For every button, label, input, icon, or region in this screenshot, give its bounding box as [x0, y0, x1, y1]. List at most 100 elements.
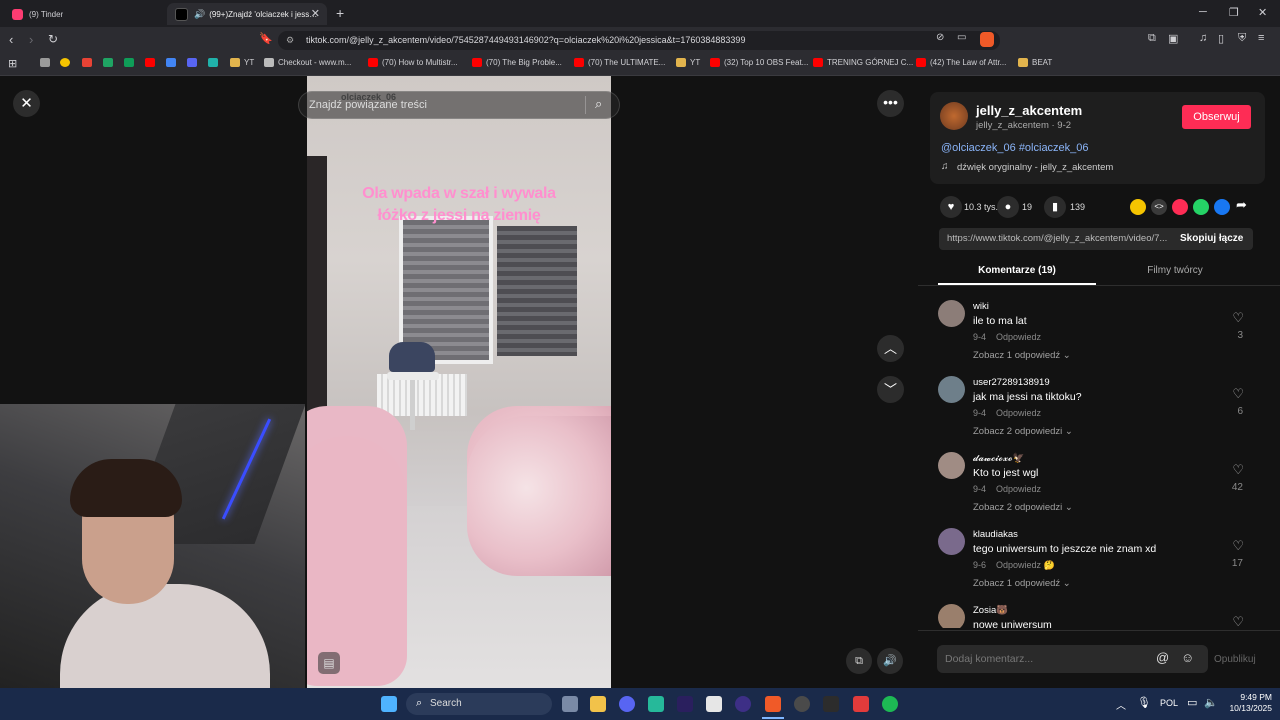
next-video-button[interactable]: ﹀: [877, 376, 904, 403]
spotify-icon[interactable]: [882, 696, 898, 712]
tray-expand-icon[interactable]: ︿: [1116, 697, 1126, 712]
speaker-icon[interactable]: 🔈: [1204, 696, 1218, 709]
send-icon[interactable]: [1172, 199, 1188, 215]
file-explorer-icon[interactable]: [590, 696, 606, 712]
restore-button[interactable]: ❐: [1229, 6, 1239, 19]
heart-icon[interactable]: ♡: [1232, 386, 1244, 402]
clock[interactable]: 9:49 PM 10/13/2025: [1222, 692, 1272, 714]
follow-button[interactable]: Obserwuj: [1182, 105, 1251, 129]
language-indicator[interactable]: POL: [1160, 698, 1178, 708]
reply-button[interactable]: Odpowiedz: [996, 332, 1041, 342]
facebook-icon[interactable]: [1214, 199, 1230, 215]
comment-author[interactable]: klaudiakas: [973, 529, 1018, 540]
share-icon[interactable]: ➦: [1236, 197, 1247, 213]
whatsapp-icon[interactable]: [1193, 199, 1209, 215]
bookmark-discord[interactable]: [187, 58, 201, 67]
app-icon[interactable]: [853, 696, 869, 712]
bookmark-checkout[interactable]: Checkout - www.m...: [264, 58, 351, 67]
tab-tinder[interactable]: (9) Tinder: [4, 3, 162, 25]
captions-icon[interactable]: ▤: [318, 652, 340, 674]
comment-input[interactable]: Dodaj komentarz... @ ☺: [937, 645, 1208, 673]
heart-icon[interactable]: ♡: [1232, 614, 1244, 628]
reload-icon[interactable]: ↻: [48, 32, 58, 46]
app-icon[interactable]: [735, 696, 751, 712]
repost-icon[interactable]: [1130, 199, 1146, 215]
emoji-icon[interactable]: ☺: [1181, 650, 1194, 665]
comment-avatar[interactable]: [938, 452, 965, 479]
view-replies-button[interactable]: Zobacz 1 odpowiedź ⌄: [973, 578, 1071, 589]
wallet-icon[interactable]: ▣: [1168, 32, 1178, 45]
heart-icon[interactable]: ♡: [1232, 462, 1244, 478]
heart-icon[interactable]: ♡: [1232, 310, 1244, 326]
close-tab-icon[interactable]: ✕: [311, 7, 320, 20]
embed-icon[interactable]: <>: [1151, 199, 1167, 215]
close-window-button[interactable]: ✕: [1258, 6, 1267, 19]
bookmark-ultimate[interactable]: (70) The ULTIMATE...: [574, 58, 665, 67]
no-tracking-icon[interactable]: ⊘: [936, 32, 944, 43]
author-name[interactable]: jelly_z_akcentem: [976, 103, 1082, 118]
like-icon[interactable]: ♥: [940, 196, 962, 218]
bookmark-smile[interactable]: [60, 58, 74, 67]
capcut-icon[interactable]: [706, 696, 722, 712]
author-avatar[interactable]: [940, 102, 968, 130]
apps-grid-icon[interactable]: ⊞: [8, 57, 17, 70]
comment-avatar[interactable]: [938, 528, 965, 555]
new-tab-button[interactable]: +: [336, 5, 344, 21]
share-link-text[interactable]: https://www.tiktok.com/@jelly_z_akcentem…: [947, 233, 1172, 244]
more-options-button[interactable]: •••: [877, 90, 904, 117]
cast-icon[interactable]: ▭: [957, 32, 966, 43]
bookmark-apple[interactable]: [40, 58, 54, 67]
related-search-box[interactable]: Znajdź powiązane treści ⌕: [298, 91, 620, 119]
task-view-icon[interactable]: [562, 696, 578, 712]
volume-icon[interactable]: 🔊: [877, 648, 903, 674]
sidebar-icon[interactable]: ▯: [1218, 32, 1224, 45]
pip-icon[interactable]: ⧉: [846, 648, 872, 674]
site-info-icon[interactable]: ⚙: [286, 31, 294, 50]
discord-icon[interactable]: [619, 696, 635, 712]
microphone-icon[interactable]: 🎙: [1137, 696, 1151, 709]
media-icon[interactable]: ♫: [1199, 32, 1207, 44]
search-icon[interactable]: ⌕: [595, 96, 602, 112]
url-field[interactable]: ⚙ tiktok.com/@jelly_z_akcentem/video/754…: [278, 31, 1000, 50]
bookmark-big-problem[interactable]: (70) The Big Proble...: [472, 58, 562, 67]
bookmark-icon[interactable]: 🔖: [259, 32, 273, 45]
copy-link-button[interactable]: Skopiuj łącze: [1180, 233, 1243, 244]
bookmark-folder-yt[interactable]: YT: [230, 58, 254, 67]
heart-icon[interactable]: ♡: [1232, 538, 1244, 554]
comment-icon[interactable]: ●: [997, 196, 1019, 218]
bookmark-sheets[interactable]: [124, 58, 138, 67]
bookmark-folder-yt2[interactable]: YT: [676, 58, 700, 67]
windows-start-icon[interactable]: [381, 696, 397, 712]
view-replies-button[interactable]: Zobacz 2 odpowiedzi ⌄: [973, 502, 1073, 513]
close-video-button[interactable]: ✕: [13, 90, 40, 117]
comment-author[interactable]: wiki: [973, 301, 989, 312]
comment-avatar[interactable]: [938, 376, 965, 403]
sound-label[interactable]: dźwięk oryginalny - jelly_z_akcentem: [957, 162, 1113, 173]
brave-icon[interactable]: [765, 696, 781, 712]
premiere-icon[interactable]: [677, 696, 693, 712]
save-icon[interactable]: ▮: [1044, 196, 1066, 218]
bookmark-drive[interactable]: [103, 58, 117, 67]
comment-avatar[interactable]: [938, 604, 965, 628]
obs-icon[interactable]: [794, 696, 810, 712]
bookmark-docs[interactable]: [166, 58, 180, 67]
comment-author[interactable]: Zosia🐻: [973, 605, 1008, 616]
taskbar-search[interactable]: ⌕ Search: [406, 693, 552, 715]
tab-comments[interactable]: Komentarze (19): [938, 265, 1096, 276]
publish-button[interactable]: Opublikuj: [1214, 654, 1256, 665]
view-replies-button[interactable]: Zobacz 2 odpowiedzi ⌄: [973, 426, 1073, 437]
tab-tiktok-active[interactable]: 🔊 (99+)Znajdź 'olciaczek i jessica' ✕: [167, 3, 327, 25]
extensions-icon[interactable]: ⧉: [1148, 32, 1156, 45]
hashtags[interactable]: @olciaczek_06 #olciaczek_06: [941, 142, 1089, 154]
bookmark-law-attraction[interactable]: (42) The Law of Attr...: [916, 58, 1006, 67]
bookmark-youtube[interactable]: [145, 58, 159, 67]
bookmark-multistream[interactable]: (70) How to Multistr...: [368, 58, 458, 67]
bookmark-trening[interactable]: TRENING GÓRNEJ C...: [813, 58, 913, 67]
forward-icon[interactable]: ›: [29, 32, 33, 47]
reply-button[interactable]: Odpowiedz: [996, 484, 1041, 494]
menu-icon[interactable]: ≡: [1258, 32, 1264, 44]
bookmark-d[interactable]: [208, 58, 222, 67]
network-icon[interactable]: ▭: [1187, 696, 1197, 709]
comment-author[interactable]: 𝓭𝓪𝔀𝓬𝓲𝓸𝔁𝓸🦅: [973, 453, 1024, 464]
brave-shields-icon[interactable]: [980, 32, 994, 47]
